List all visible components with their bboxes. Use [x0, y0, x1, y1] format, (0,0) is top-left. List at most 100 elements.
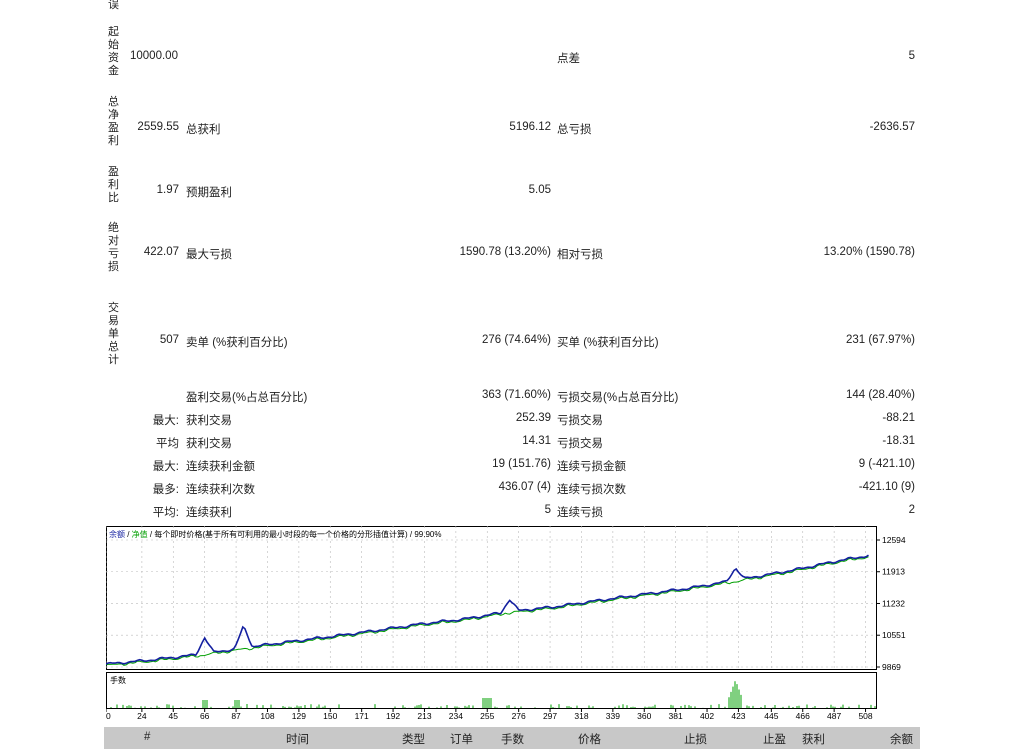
x-tick-label: 318: [574, 711, 588, 720]
stat-prefix: 平均: [156, 438, 179, 450]
net-profit-value: 2559.55: [137, 121, 179, 133]
stat-prefix: 最大:: [152, 461, 179, 473]
stat-value-2: 9 (-421.10): [858, 458, 915, 470]
x-tick-label: 24: [137, 711, 147, 720]
stat-label-2: 连续亏损次数: [557, 484, 626, 496]
col-balance[interactable]: 余额: [890, 731, 913, 747]
col-profit[interactable]: 获利: [802, 731, 825, 747]
col-number[interactable]: #: [144, 731, 150, 743]
col-order[interactable]: 订单: [450, 731, 473, 747]
expected-payoff-label: 预期盈利: [186, 187, 232, 199]
profit-factor-value: 1.97: [156, 184, 179, 196]
stat-label-2: 连续亏损: [557, 507, 603, 519]
x-tick-label: 487: [827, 711, 841, 720]
stat-label: 获利交易: [186, 415, 232, 427]
y-tick-label: 9869: [882, 662, 901, 672]
stat-value: 363 (71.60%): [481, 389, 551, 401]
stat-prefix: 最大:: [152, 415, 179, 427]
x-tick-label: 108: [260, 711, 274, 720]
stat-value-2: 144 (28.40%): [845, 389, 915, 401]
x-tick-label: 255: [480, 711, 494, 720]
col-time[interactable]: 时间: [286, 731, 309, 747]
x-tick-label: 402: [700, 711, 714, 720]
x-tick-label: 45: [169, 711, 179, 720]
legend-description: / 每个即时价格(基于所有可利用的最小时段的每一个价格的分形插值计算) / 99…: [148, 529, 442, 539]
lots-label: 手数: [110, 675, 126, 685]
x-tick-label: 150: [323, 711, 337, 720]
short-positions-label: 卖单 (%获利百分比): [186, 337, 288, 349]
x-tick-label: 234: [449, 711, 463, 720]
x-tick-label: 297: [543, 711, 557, 720]
stat-value: 252.39: [515, 412, 551, 424]
short-positions-value: 276 (74.64%): [481, 334, 551, 346]
gross-loss-value: -2636.57: [869, 121, 915, 133]
legend-equity: 净值: [132, 529, 148, 539]
y-tick-label: 11913: [882, 567, 905, 577]
label-initial-deposit: 起始资金: [108, 26, 119, 77]
stat-label-2: 亏损交易(%占总百分比): [557, 392, 679, 404]
stat-value: 19 (151.76): [492, 458, 551, 470]
x-tick-label: 466: [796, 711, 810, 720]
label-total-net-profit: 总净盈利: [108, 96, 119, 147]
spread-value: 5: [908, 50, 915, 62]
stat-value-2: -88.21: [882, 412, 915, 424]
col-stop-loss[interactable]: 止损: [684, 731, 707, 747]
x-tick-label: 0: [106, 711, 111, 720]
col-type[interactable]: 类型: [402, 731, 425, 747]
stat-label-2: 亏损交易: [557, 438, 603, 450]
stat-label: 连续获利: [186, 507, 232, 519]
max-drawdown-value: 1590.78 (13.20%): [459, 246, 551, 258]
expected-payoff-value: 5.05: [528, 184, 551, 196]
x-tick-label: 423: [731, 711, 745, 720]
relative-drawdown-value: 13.20% (1590.78): [823, 246, 915, 258]
col-price[interactable]: 价格: [578, 731, 601, 747]
x-tick-label: 66: [200, 711, 210, 720]
stat-label: 获利交易: [186, 438, 232, 450]
long-positions-label: 买单 (%获利百分比): [557, 337, 659, 349]
stat-label: 盈利交易(%占总百分比): [186, 392, 308, 404]
trades-table-header: # 时间 类型 订单 手数 价格 止损 止盈 获利 余额: [104, 727, 920, 749]
svg-text:余额 / 净值 / 每个即时价格(基于所有可利用的最小时段的: 余额 / 净值 / 每个即时价格(基于所有可利用的最小时段的每一个价格的分形插值…: [109, 529, 441, 539]
spread-label: 点差: [557, 53, 580, 65]
y-tick-label: 12594: [882, 535, 906, 545]
cut-off-label: 误: [108, 0, 119, 11]
main-plot-frame: [106, 526, 877, 670]
stat-label-2: 亏损交易: [557, 415, 603, 427]
long-positions-value: 231 (67.97%): [845, 334, 915, 346]
stat-label: 连续获利金额: [186, 461, 255, 473]
stat-value-2: -421.10 (9): [858, 481, 915, 493]
initial-deposit-value: 10000.00: [130, 50, 178, 62]
gross-loss-label: 总亏损: [557, 124, 592, 136]
x-tick-label: 276: [512, 711, 526, 720]
x-tick-label: 339: [606, 711, 620, 720]
stat-value: 436.07 (4): [498, 481, 551, 493]
x-tick-label: 192: [386, 711, 400, 720]
x-tick-label: 360: [637, 711, 651, 720]
col-lots[interactable]: 手数: [501, 731, 524, 747]
relative-drawdown-label: 相对亏损: [557, 249, 603, 261]
stat-value: 14.31: [522, 435, 551, 447]
col-take-profit[interactable]: 止盈: [763, 731, 786, 747]
stat-prefix: 平均:: [152, 507, 179, 519]
y-tick-label: 11232: [882, 598, 905, 608]
absolute-drawdown-value: 422.07: [143, 246, 179, 258]
label-total-trades: 交易单总计: [108, 302, 119, 366]
stat-label-2: 连续亏损金额: [557, 461, 626, 473]
x-tick-label: 381: [669, 711, 683, 720]
x-tick-label: 171: [355, 711, 369, 720]
x-tick-label: 445: [764, 711, 778, 720]
gross-profit-value: 5196.12: [509, 121, 551, 133]
stat-value-2: 2: [908, 504, 915, 516]
x-axis-ticks: 0 24 45 66 87 108 129 150 171 192 213 234 255 276 297 3…: [106, 709, 873, 720]
legend-separator: /: [125, 530, 132, 539]
stat-label: 连续获利次数: [186, 484, 255, 496]
label-profit-factor: 盈利比: [108, 166, 119, 204]
y-axis-ticks: 12594 11913 11232 10551 9869: [876, 535, 906, 672]
balance-chart: 12594 11913 11232 10551 9869 0 24 45 66 87 108 129…: [106, 526, 906, 720]
stat-value: 5: [544, 504, 551, 516]
x-tick-label: 129: [292, 711, 306, 720]
y-tick-label: 10551: [882, 630, 906, 640]
gross-profit-label: 总获利: [186, 124, 221, 136]
x-tick-label: 508: [858, 711, 872, 720]
max-drawdown-label: 最大亏损: [186, 249, 232, 261]
